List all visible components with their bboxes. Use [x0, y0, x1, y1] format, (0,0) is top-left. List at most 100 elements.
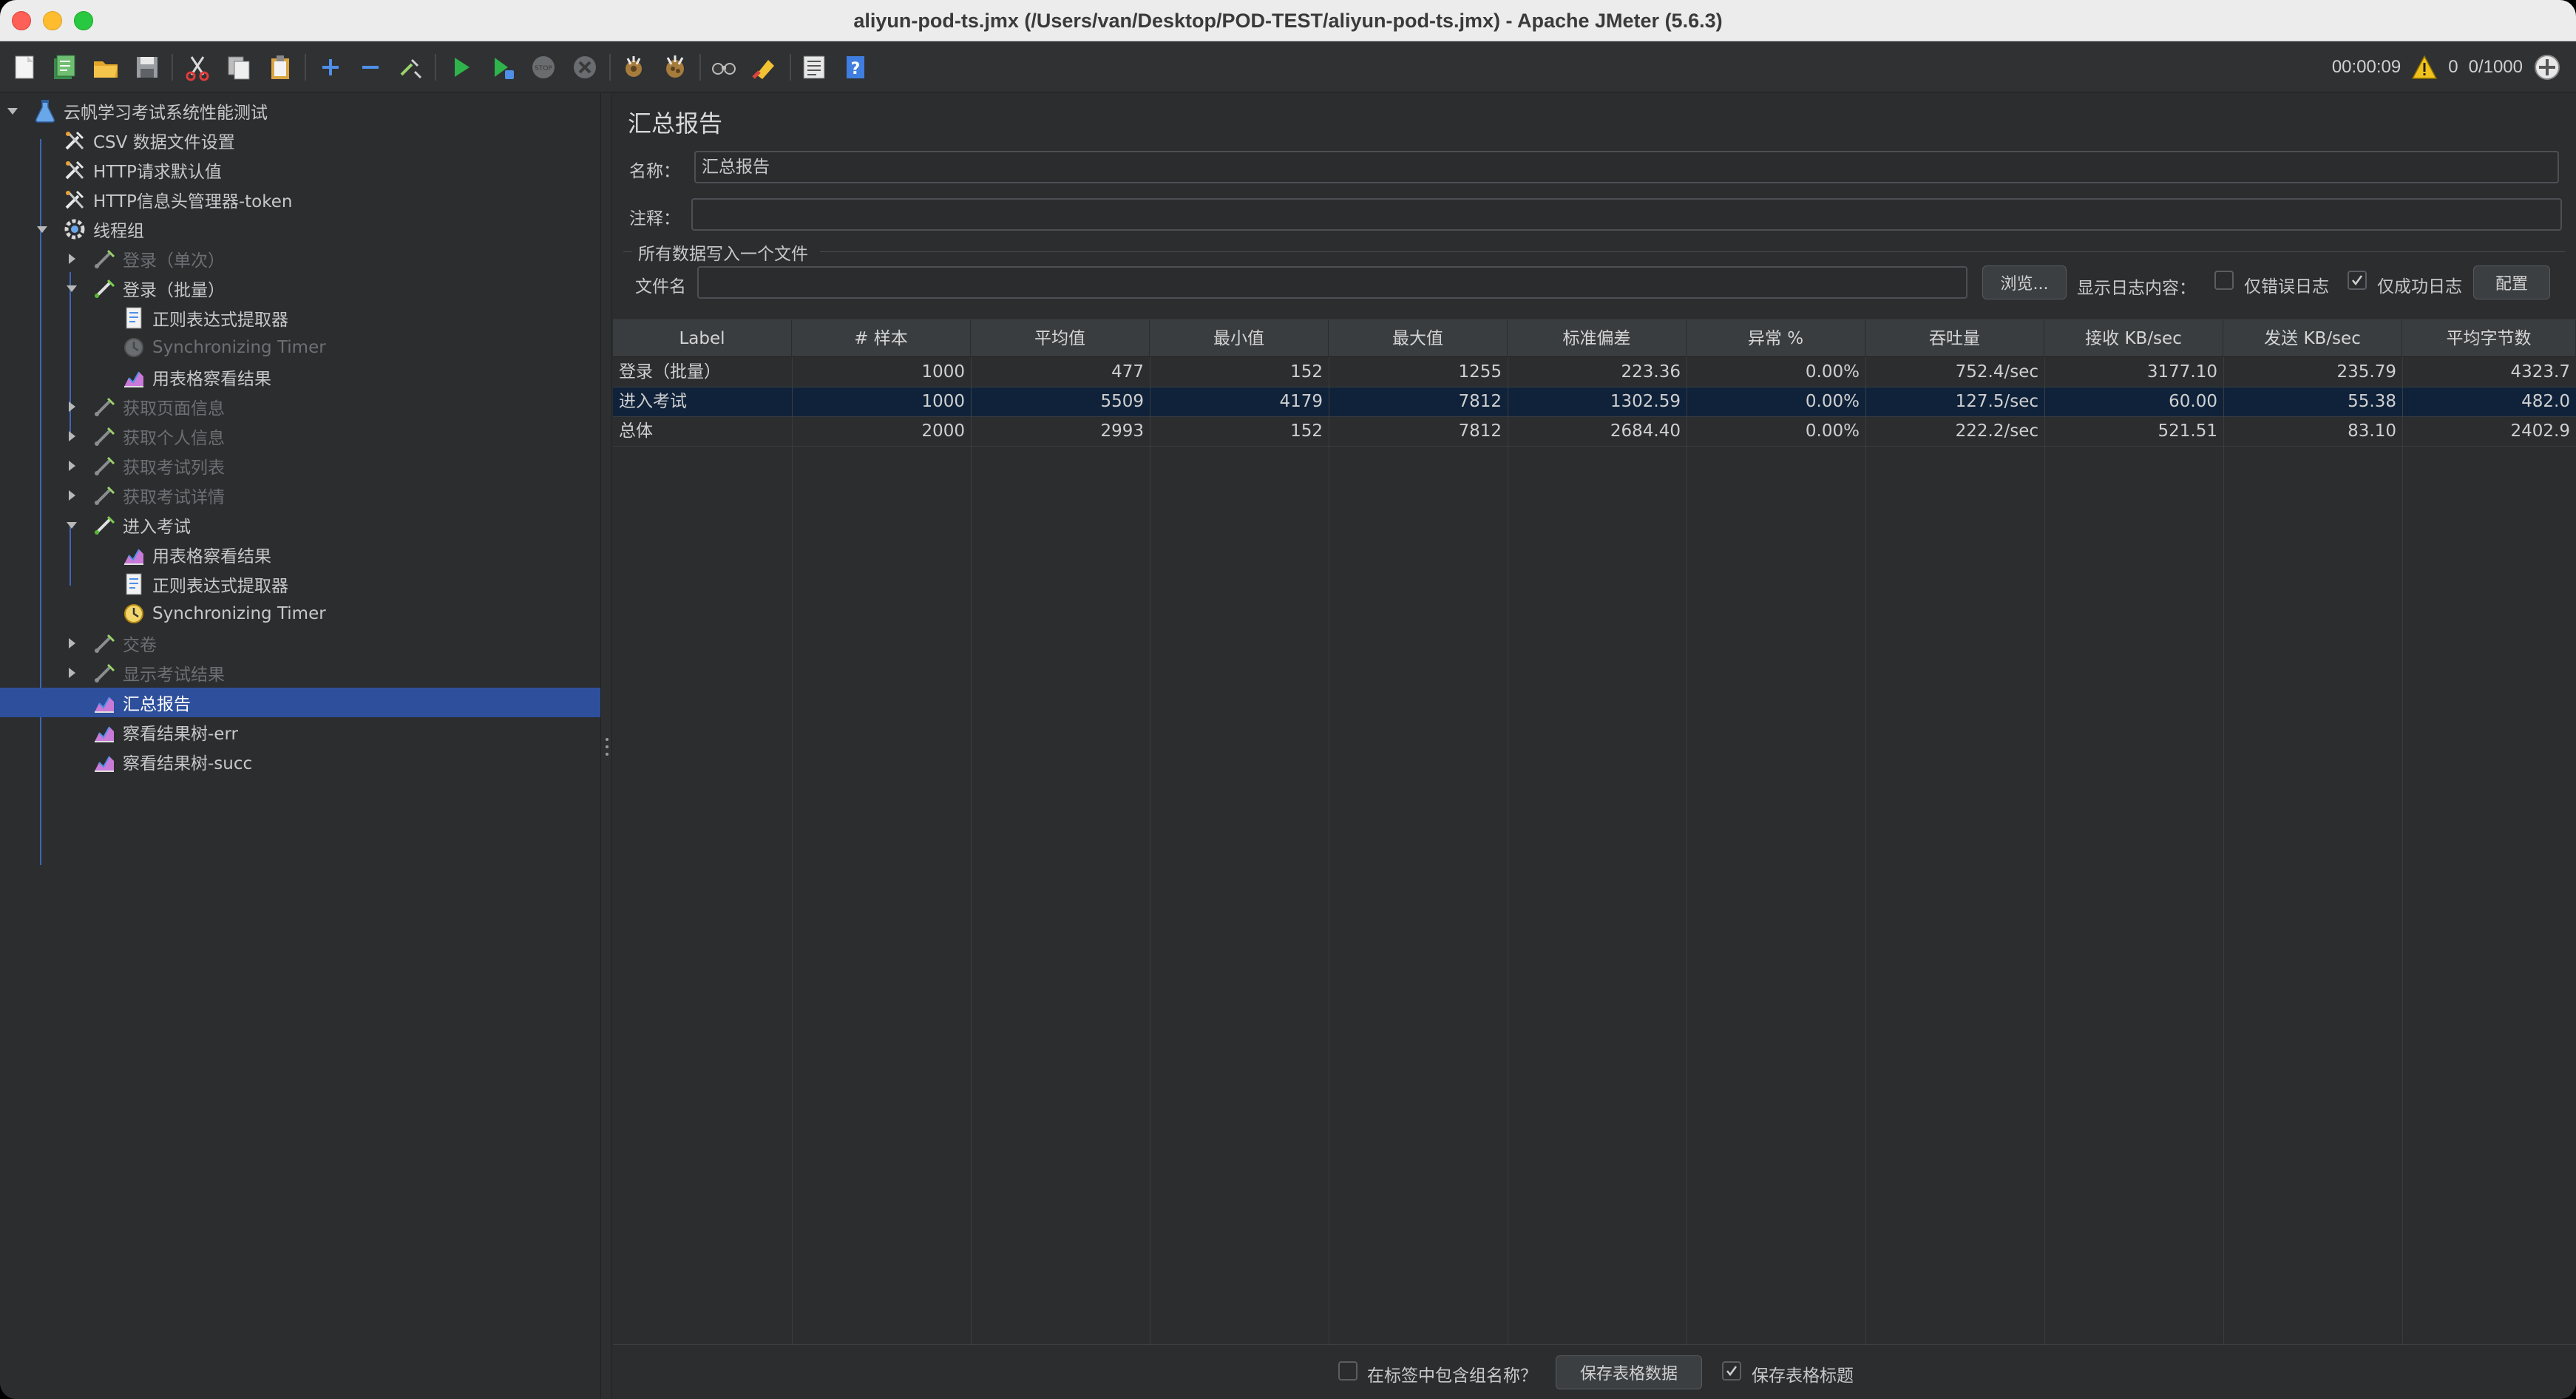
- tree-item-label: 正则表达式提取器: [152, 311, 288, 330]
- configure-button[interactable]: 配置: [2473, 265, 2550, 299]
- expanded-arrow-icon[interactable]: [4, 103, 21, 119]
- column-header[interactable]: 发送 KB/sec: [2223, 320, 2402, 357]
- cut-icon[interactable]: [180, 50, 214, 84]
- table-cell: 223.36: [1621, 362, 1681, 382]
- table-cell: 83.10: [2348, 421, 2396, 441]
- tree-item[interactable]: 进入考试: [0, 510, 600, 540]
- search-icon[interactable]: [707, 50, 741, 84]
- filename-field[interactable]: [697, 266, 1967, 299]
- column-header[interactable]: 接收 KB/sec: [2044, 320, 2223, 357]
- expanded-arrow-icon[interactable]: [34, 221, 50, 237]
- paste-icon[interactable]: [263, 50, 297, 84]
- tree-item[interactable]: 获取考试列表: [0, 451, 600, 481]
- comment-field[interactable]: [691, 198, 2562, 231]
- tree-item[interactable]: HTTP请求默认值: [0, 155, 600, 185]
- shutdown-icon[interactable]: [568, 50, 602, 84]
- function-helper-icon[interactable]: [797, 50, 831, 84]
- success-only-checkbox[interactable]: [2348, 271, 2367, 290]
- include-group-name-checkbox[interactable]: [1338, 1361, 1358, 1381]
- expand-icon[interactable]: [313, 50, 348, 84]
- copy-icon[interactable]: [222, 50, 256, 84]
- collapsed-arrow-icon[interactable]: [64, 428, 80, 444]
- tree-item[interactable]: HTTP信息头管理器-token: [0, 185, 600, 214]
- table-row[interactable]: 进入考试 1000 5509 4179 7812 1302.59 0.00% 127.5/se…: [613, 387, 2576, 416]
- new-icon[interactable]: [7, 50, 41, 84]
- tree-item[interactable]: 线程组: [0, 214, 600, 244]
- extractor-icon: [121, 305, 146, 331]
- name-field[interactable]: 汇总报告: [694, 151, 2559, 183]
- start-icon[interactable]: [444, 50, 478, 84]
- tree-item[interactable]: 正则表达式提取器: [0, 303, 600, 333]
- stop-icon[interactable]: STOP: [526, 50, 560, 84]
- start-no-pause-icon[interactable]: [485, 50, 519, 84]
- help-icon[interactable]: ?: [838, 50, 872, 84]
- column-header[interactable]: Label: [613, 320, 792, 357]
- templates-icon[interactable]: [47, 50, 81, 84]
- listener-icon: [92, 749, 117, 774]
- clear-icon[interactable]: [617, 50, 651, 84]
- toggle-icon[interactable]: [393, 50, 427, 84]
- column-header[interactable]: 最小值: [1150, 320, 1329, 357]
- column-divider: [792, 357, 793, 1345]
- listener-icon: [92, 690, 117, 715]
- errors-only-label: 仅错误日志: [2244, 277, 2329, 297]
- tree-item[interactable]: 用表格察看结果: [0, 362, 600, 392]
- collapse-icon[interactable]: [353, 50, 387, 84]
- tree-item[interactable]: 登录（批量）: [0, 274, 600, 303]
- save-table-data-button[interactable]: 保存表格数据: [1556, 1355, 1702, 1389]
- column-header[interactable]: 平均值: [971, 320, 1150, 357]
- tree-item-label: 获取考试列表: [123, 458, 225, 478]
- tree-item[interactable]: 获取个人信息: [0, 421, 600, 451]
- tree-item[interactable]: 显示考试结果: [0, 658, 600, 688]
- tree-item[interactable]: 获取页面信息: [0, 392, 600, 421]
- reset-search-icon[interactable]: [748, 50, 782, 84]
- expanded-arrow-icon[interactable]: [64, 280, 80, 297]
- collapsed-arrow-icon[interactable]: [64, 665, 80, 681]
- tree-item[interactable]: 登录（单次）: [0, 244, 600, 274]
- name-label: 名称：: [629, 162, 680, 181]
- table-cell: 60.00: [2169, 392, 2217, 411]
- open-icon[interactable]: [89, 50, 123, 84]
- tree-item[interactable]: 获取考试详情: [0, 481, 600, 510]
- table-row[interactable]: 总体 2000 2993 152 7812 2684.40 0.00% 222.2/sec 52…: [613, 416, 2576, 446]
- column-header[interactable]: 标准偏差: [1508, 320, 1687, 357]
- row-divider: [613, 446, 2576, 447]
- tree-item[interactable]: 察看结果树-err: [0, 717, 600, 747]
- column-header[interactable]: # 样本: [792, 320, 971, 357]
- tree-item[interactable]: CSV 数据文件设置: [0, 126, 600, 155]
- timer-icon: [121, 601, 146, 626]
- errors-only-checkbox[interactable]: [2214, 271, 2234, 290]
- column-header[interactable]: 平均字节数: [2402, 320, 2576, 357]
- tree-item[interactable]: 云帆学习考试系统性能测试: [0, 96, 600, 126]
- tree-item[interactable]: 交卷: [0, 629, 600, 658]
- browse-button[interactable]: 浏览...: [1982, 265, 2067, 299]
- sampler-icon: [92, 424, 117, 449]
- tree-item-label: 汇总报告: [123, 695, 191, 714]
- toolbar-separator: [435, 54, 436, 81]
- warning-icon[interactable]: [2411, 55, 2438, 80]
- tree-item[interactable]: 用表格察看结果: [0, 540, 600, 569]
- collapsed-arrow-icon[interactable]: [64, 251, 80, 267]
- remote-start-all-icon[interactable]: [2533, 53, 2561, 81]
- collapsed-arrow-icon[interactable]: [64, 635, 80, 651]
- expanded-arrow-icon[interactable]: [64, 517, 80, 533]
- tree-item[interactable]: 察看结果树-succ: [0, 747, 600, 776]
- save-table-header-checkbox[interactable]: [1722, 1361, 1741, 1381]
- column-header[interactable]: 吞吐量: [1865, 320, 2044, 357]
- save-icon[interactable]: [130, 50, 164, 84]
- tree-item[interactable]: Synchronizing Timer: [0, 599, 600, 629]
- collapsed-arrow-icon[interactable]: [64, 487, 80, 504]
- extractor-icon: [121, 572, 146, 597]
- column-header[interactable]: 异常 %: [1687, 320, 1865, 357]
- column-header[interactable]: 最大值: [1329, 320, 1508, 357]
- tree-item[interactable]: 汇总报告: [0, 688, 600, 717]
- tree-item-label: 线程组: [93, 222, 144, 241]
- clear-all-icon[interactable]: [658, 50, 692, 84]
- panel-title: 汇总报告: [628, 109, 723, 138]
- tree-item[interactable]: 正则表达式提取器: [0, 569, 600, 599]
- tree-item[interactable]: Synchronizing Timer: [0, 333, 600, 362]
- table-row[interactable]: 登录（批量） 1000 477 152 1255 223.36 0.00% 752.4/sec…: [613, 357, 2576, 387]
- collapsed-arrow-icon[interactable]: [64, 399, 80, 415]
- split-pane-divider[interactable]: [600, 93, 612, 1399]
- collapsed-arrow-icon[interactable]: [64, 458, 80, 474]
